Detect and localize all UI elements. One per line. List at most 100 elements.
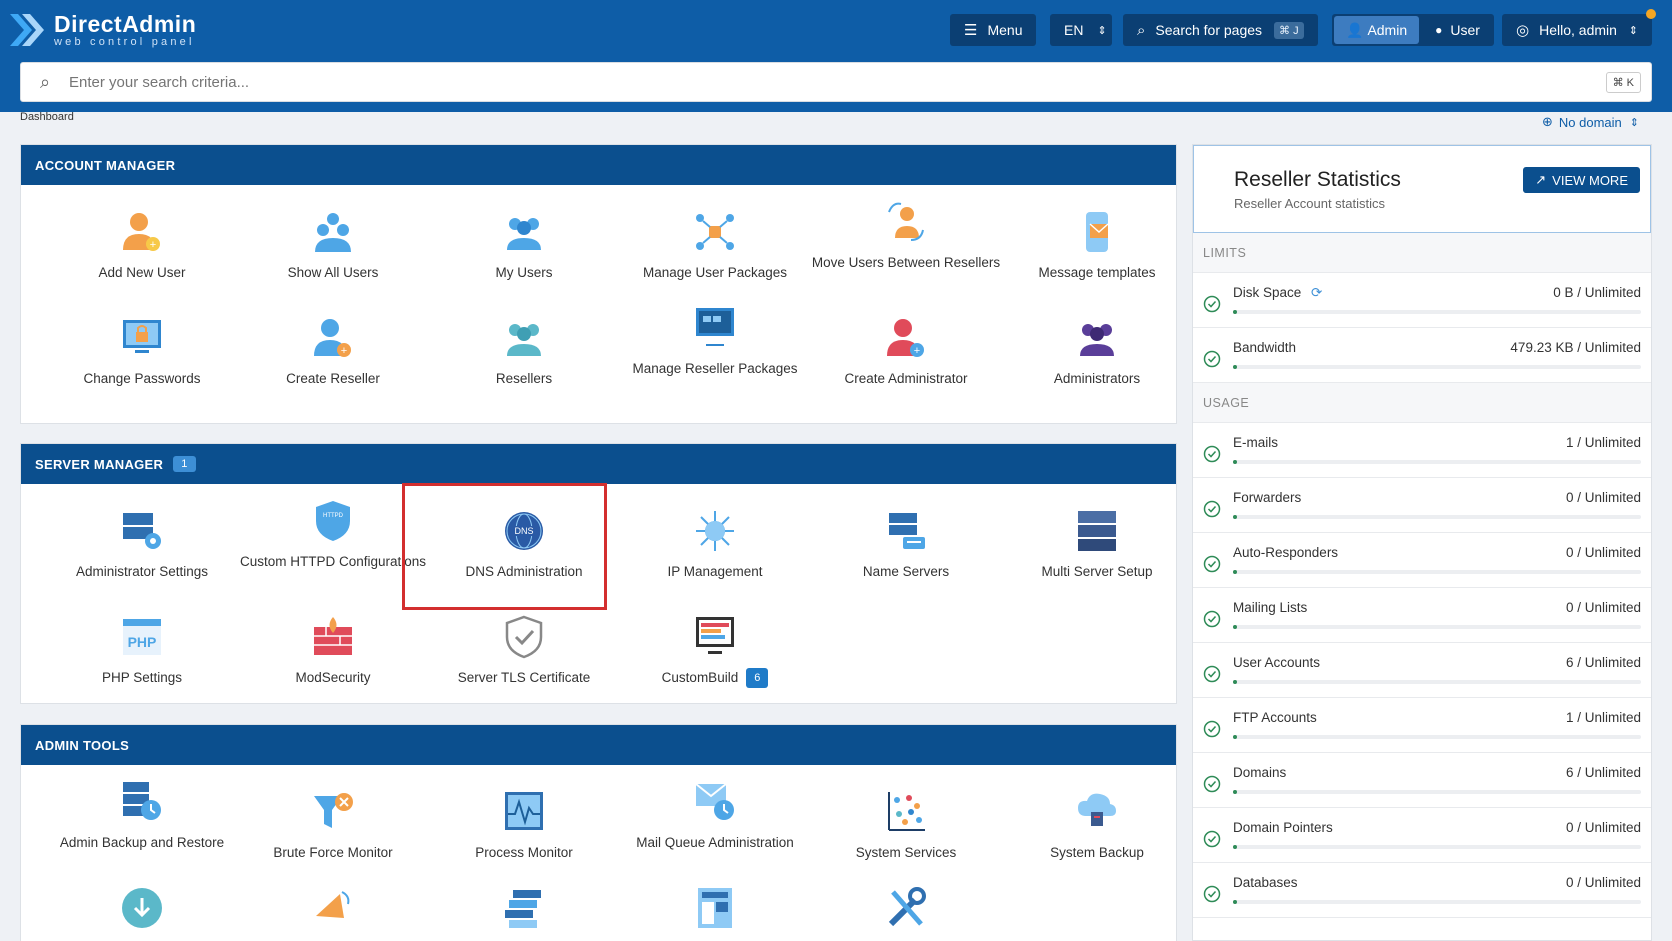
- usage-bar: [1233, 460, 1641, 464]
- pulse-monitor-icon: [501, 789, 547, 835]
- usage-bar: [1233, 515, 1641, 519]
- tile-process-monitor[interactable]: Process Monitor: [429, 789, 619, 863]
- logo[interactable]: DirectAdmin web control panel: [10, 10, 196, 50]
- tile-custombuild[interactable]: CustomBuild 6: [620, 614, 810, 689]
- usage-bar: [1233, 680, 1641, 684]
- package-network-icon: [692, 209, 738, 255]
- mode-admin-button[interactable]: 👤 Admin: [1334, 16, 1420, 44]
- user-icon: ●: [1435, 23, 1443, 37]
- tile-create-reseller[interactable]: + Create Reseller: [238, 315, 428, 389]
- tile-move-users-between-resellers[interactable]: Move Users Between Resellers: [811, 199, 1001, 273]
- language-select[interactable]: EN ⇕: [1050, 14, 1112, 46]
- tile-cloud-download[interactable]: [47, 885, 237, 939]
- external-link-icon: ↗: [1535, 172, 1547, 187]
- stat-row-emails: E-mails 1 / Unlimited: [1193, 423, 1651, 478]
- mail-clock-icon: [692, 779, 738, 825]
- megaphone-icon: [310, 885, 356, 931]
- services-dots-icon: [883, 789, 929, 835]
- hamburger-icon: ☰: [964, 22, 978, 39]
- layout-icon: [692, 885, 738, 931]
- tile-show-all-users[interactable]: Show All Users: [238, 209, 428, 283]
- usage-bar: [1233, 900, 1641, 904]
- breadcrumb[interactable]: Dashboard: [20, 111, 74, 123]
- php-icon: PHP: [119, 614, 165, 660]
- mode-user-button[interactable]: ● User: [1421, 14, 1494, 46]
- monitor-lock-icon: [119, 315, 165, 361]
- tile-message-templates[interactable]: Message templates: [1002, 209, 1192, 283]
- user-menu-button[interactable]: ◎ Hello, admin ⇕: [1502, 14, 1652, 46]
- stat-row-bandwidth: Bandwidth 479.23 KB / Unlimited: [1193, 328, 1651, 383]
- tile-resellers[interactable]: Resellers: [429, 315, 619, 389]
- app-title: DirectAdmin: [54, 11, 197, 37]
- tile-custom-httpd-configurations[interactable]: HTTPD Custom HTTPD Configurations: [238, 498, 428, 572]
- panel-header: ACCOUNT MANAGER: [21, 145, 1176, 185]
- menu-button[interactable]: ☰ Menu: [950, 14, 1037, 46]
- server-stack-icon: [501, 885, 547, 931]
- users-icon: [501, 209, 547, 255]
- tile-system-backup[interactable]: System Backup: [1002, 789, 1192, 863]
- admin-user-icon: 👤: [1346, 21, 1364, 38]
- tile-layout[interactable]: [620, 885, 810, 939]
- usage-bar: [1233, 845, 1641, 849]
- app-subtitle: web control panel: [54, 36, 195, 48]
- httpd-shield-icon: HTTPD: [310, 498, 356, 544]
- check-circle-icon: [1203, 555, 1221, 573]
- tile-admin-backup-and-restore[interactable]: Admin Backup and Restore: [47, 779, 237, 853]
- tile-my-users[interactable]: My Users: [429, 209, 619, 283]
- tile-php-settings[interactable]: PHP PHP Settings: [47, 614, 237, 688]
- tile-mail-queue-administration[interactable]: Mail Queue Administration: [620, 779, 810, 853]
- administrators-icon: [1074, 315, 1120, 361]
- tile-announcement[interactable]: [238, 885, 428, 939]
- tile-ip-management[interactable]: IP Management: [620, 508, 810, 582]
- backup-clock-icon: [119, 779, 165, 825]
- usage-section-label: USAGE: [1193, 383, 1651, 423]
- tile-server-list[interactable]: [429, 885, 619, 939]
- domain-selector[interactable]: ⊕ No domain ⇕: [1542, 114, 1639, 130]
- check-circle-icon: [1203, 350, 1221, 368]
- count-badge: 1: [173, 456, 196, 472]
- tile-server-tls-certificate[interactable]: Server TLS Certificate: [429, 614, 619, 688]
- tile-modsecurity[interactable]: ModSecurity: [238, 614, 428, 688]
- tile-add-new-user[interactable]: + Add New User: [47, 209, 237, 283]
- create-admin-icon: +: [883, 315, 929, 361]
- notification-dot[interactable]: [1646, 9, 1656, 19]
- usage-bar: [1233, 310, 1641, 314]
- tile-name-servers[interactable]: Name Servers: [811, 508, 1001, 582]
- tile-administrators[interactable]: Administrators: [1002, 315, 1192, 389]
- tile-tools[interactable]: [811, 885, 1001, 939]
- shortcut-badge: ⌘ K: [1605, 71, 1641, 93]
- usage-bar: [1233, 570, 1641, 574]
- create-reseller-icon: +: [310, 315, 356, 361]
- stat-row-ftp-accounts: FTP Accounts 1 / Unlimited: [1193, 698, 1651, 753]
- tile-administrator-settings[interactable]: Administrator Settings: [47, 508, 237, 582]
- global-search-input[interactable]: [69, 73, 1606, 91]
- panel-header: ADMIN TOOLS: [21, 725, 1176, 765]
- tile-change-passwords[interactable]: Change Passwords: [47, 315, 237, 389]
- add-user-icon: +: [119, 209, 165, 255]
- usage-bar: [1233, 790, 1641, 794]
- users-group-icon: [310, 209, 356, 255]
- svg-text:+: +: [914, 345, 920, 357]
- cloud-backup-icon: [1074, 789, 1120, 835]
- tile-system-services[interactable]: System Services: [811, 789, 1001, 863]
- tile-brute-force-monitor[interactable]: Brute Force Monitor: [238, 789, 428, 863]
- page-search-button[interactable]: ⌕ Search for pages ⌘ J: [1123, 14, 1318, 46]
- tile-manage-user-packages[interactable]: Manage User Packages: [620, 209, 810, 283]
- stat-row-databases: Databases 0 / Unlimited: [1193, 863, 1651, 918]
- wrench-screwdriver-icon: [883, 885, 929, 931]
- chevron-updown-icon: ⇕: [1629, 116, 1639, 129]
- move-users-icon: [883, 199, 929, 245]
- usage-bar: [1233, 365, 1641, 369]
- view-more-button[interactable]: ↗ VIEW MORE: [1523, 167, 1640, 193]
- admin-tools-panel: ADMIN TOOLS Admin Backup and Restore Bru…: [20, 724, 1177, 941]
- panel-header: SERVER MANAGER 1: [21, 444, 1176, 484]
- global-search-bar: ⌕ ⌘ K: [20, 62, 1652, 102]
- stat-row-domains: Domains 6 / Unlimited: [1193, 753, 1651, 808]
- selection-highlight: [402, 483, 607, 610]
- refresh-icon[interactable]: ⟳: [1311, 285, 1322, 300]
- stat-row-domain-pointers: Domain Pointers 0 / Unlimited: [1193, 808, 1651, 863]
- tile-manage-reseller-packages[interactable]: Manage Reseller Packages: [620, 305, 810, 379]
- tile-multi-server-setup[interactable]: Multi Server Setup: [1002, 508, 1192, 582]
- cloud-download-icon: [119, 885, 165, 931]
- tile-create-administrator[interactable]: + Create Administrator: [811, 315, 1001, 389]
